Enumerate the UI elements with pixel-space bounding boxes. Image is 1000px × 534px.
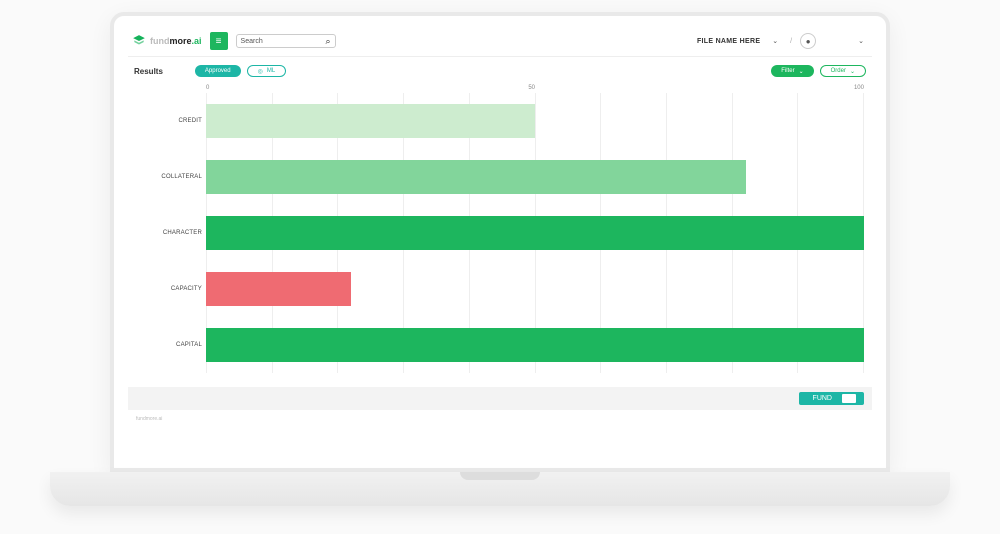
approved-filter-button[interactable]: Approved [195, 65, 241, 77]
user-icon: ● [806, 37, 811, 46]
chart-bar [206, 160, 746, 194]
divider: / [790, 38, 792, 45]
ml-filter-button[interactable]: ◎ ML [247, 65, 287, 77]
chart-row: CHARACTER [206, 205, 864, 261]
chart-bar [206, 216, 864, 250]
fund-toggle[interactable] [842, 394, 856, 403]
filter-dropdown[interactable]: Filter ⌄ [771, 65, 813, 77]
chart-row-label: CHARACTER [136, 230, 202, 236]
brand-text: fundmore.ai [150, 36, 202, 46]
results-chart: 0 50 100 CREDITCOLLATERALCHARACTERCAPACI… [128, 81, 872, 373]
order-dropdown[interactable]: Order ⌄ [820, 65, 866, 77]
chevron-down-icon: ⌄ [799, 68, 804, 75]
file-name-label: FILE NAME HERE [697, 38, 760, 45]
logo-icon [132, 34, 146, 48]
page-title: Results [134, 67, 163, 76]
chart-row-label: CAPACITY [136, 286, 202, 292]
file-name-dropdown[interactable]: ⌄ [768, 37, 782, 45]
chart-row-label: COLLATERAL [136, 174, 202, 180]
chart-row-label: CAPITAL [136, 342, 202, 348]
fund-button[interactable]: FUND [799, 392, 864, 405]
chart-bar [206, 104, 535, 138]
hamburger-icon: ≡ [216, 36, 222, 47]
search-input[interactable]: Search ⌕ [236, 34, 336, 48]
page-footer: fundmore.ai [128, 410, 872, 428]
chart-row: CREDIT [206, 93, 864, 149]
chart-row: CAPACITY [206, 261, 864, 317]
chart-bar [206, 272, 351, 306]
chart-x-axis: 0 50 100 [136, 85, 864, 91]
brand-logo: fundmore.ai [132, 34, 202, 48]
menu-button[interactable]: ≡ [210, 32, 228, 50]
search-label: Search [241, 38, 263, 45]
fund-label: FUND [813, 395, 832, 402]
header-more-dropdown[interactable]: ⌄ [854, 37, 868, 45]
target-icon: ◎ [258, 68, 263, 75]
chevron-down-icon: ⌄ [850, 68, 855, 75]
chart-row: COLLATERAL [206, 149, 864, 205]
chart-row: CAPITAL [206, 317, 864, 373]
search-icon: ⌕ [325, 36, 330, 47]
chart-row-label: CREDIT [136, 118, 202, 124]
user-avatar[interactable]: ● [800, 33, 816, 49]
chart-bar [206, 328, 864, 362]
